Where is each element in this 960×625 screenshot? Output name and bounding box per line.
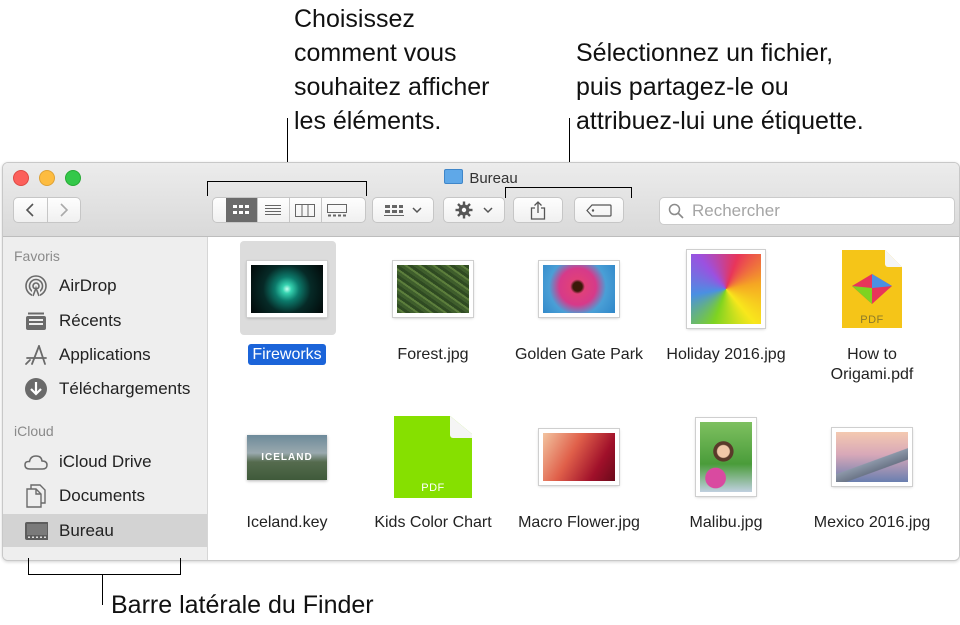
callout-sidebar: Barre latérale du Finder <box>111 591 374 619</box>
toolbar: Bureau <box>3 163 959 237</box>
origami-graphic <box>852 274 892 304</box>
pdf-document-icon: PDF <box>394 416 472 498</box>
forest-thumbnail <box>393 261 473 317</box>
sidebar: Favoris AirDrop Récents Applications Tél… <box>3 237 208 560</box>
sidebar-header-icloud: iCloud <box>14 423 54 439</box>
file-name: Iceland.key <box>246 514 328 531</box>
share-icon <box>530 200 546 220</box>
sidebar-item-airdrop[interactable]: AirDrop <box>3 269 207 302</box>
downloads-icon <box>24 377 48 401</box>
chevron-right-icon <box>60 203 68 217</box>
finder-window: Bureau Rechercher Favoris AirDrop Récent… <box>2 162 960 561</box>
gallery-icon <box>327 203 347 216</box>
list-view-button[interactable] <box>258 198 290 222</box>
file-name: Golden Gate Park <box>514 346 644 363</box>
file-item-malibu[interactable]: Malibu.jpg <box>651 409 801 533</box>
window-title: Bureau <box>3 169 959 187</box>
tag-icon <box>586 203 612 217</box>
desktop-icon <box>24 519 48 543</box>
file-grid: Fireworks Forest.jpg Golden Gate Park Ho… <box>208 237 959 560</box>
tag-button[interactable] <box>574 197 624 223</box>
chevron-left-icon <box>26 203 34 217</box>
file-item-fireworks[interactable]: Fireworks <box>212 241 362 365</box>
folder-icon <box>444 169 464 184</box>
applications-icon <box>24 343 48 367</box>
action-button[interactable] <box>443 197 505 223</box>
forward-button[interactable] <box>48 198 81 222</box>
file-item-iceland[interactable]: ICELAND Iceland.key <box>212 409 362 533</box>
sidebar-header-favoris: Favoris <box>14 248 60 264</box>
view-mode-control <box>212 197 366 223</box>
flower-thumbnail <box>539 261 619 317</box>
icon-view-button[interactable] <box>225 198 258 222</box>
cloud-icon <box>24 450 48 474</box>
sidebar-item-documents[interactable]: Documents <box>3 479 207 512</box>
holiday-thumbnail <box>687 250 765 328</box>
sidebar-item-label: AirDrop <box>59 275 117 295</box>
file-item-golden-gate-park[interactable]: Golden Gate Park <box>504 241 654 365</box>
file-name: Forest.jpg <box>397 346 469 363</box>
search-field[interactable] <box>659 197 955 225</box>
callout-line-sidebar <box>102 575 103 605</box>
callout-view-options: Choisissez comment vous souhaitez affich… <box>294 5 490 135</box>
bracket-sidebar <box>28 558 181 575</box>
file-name: Fireworks <box>248 344 326 365</box>
share-button[interactable] <box>513 197 563 223</box>
recents-icon <box>24 309 48 333</box>
fireworks-thumbnail <box>247 261 327 317</box>
file-name: Macro Flower.jpg <box>518 514 640 531</box>
search-icon <box>668 203 684 219</box>
grid-icon <box>233 205 249 214</box>
gear-icon <box>455 201 473 219</box>
sidebar-item-applications[interactable]: Applications <box>3 338 207 371</box>
file-item-holiday-2016[interactable]: Holiday 2016.jpg <box>651 241 801 365</box>
chevron-down-icon <box>483 207 493 214</box>
back-button[interactable] <box>14 198 48 222</box>
mexico-thumbnail <box>832 428 912 486</box>
sidebar-item-label: Bureau <box>59 520 114 540</box>
nav-buttons <box>13 197 81 223</box>
sidebar-item-icloud-drive[interactable]: iCloud Drive <box>3 445 207 478</box>
columns-icon <box>295 203 315 217</box>
file-item-forest[interactable]: Forest.jpg <box>358 241 508 365</box>
file-name: Malibu.jpg <box>689 514 763 531</box>
gallery-view-button[interactable] <box>322 198 353 222</box>
bracket-view-options <box>207 181 367 196</box>
group-button[interactable] <box>372 197 434 223</box>
airdrop-icon <box>24 274 48 298</box>
sidebar-item-bureau[interactable]: Bureau <box>3 514 207 547</box>
pdf-label: PDF <box>860 314 884 326</box>
sidebar-item-label: Récents <box>59 310 122 330</box>
callout-share-tag: Sélectionnez un fichier, puis partagez-l… <box>576 39 864 135</box>
documents-icon <box>24 483 48 508</box>
list-icon <box>265 205 281 215</box>
file-name: Kids Color Chart <box>374 514 492 531</box>
sidebar-item-label: Téléchargements <box>59 378 191 398</box>
pdf-document-icon: PDF <box>842 250 902 328</box>
malibu-thumbnail <box>696 418 756 496</box>
file-name: Holiday 2016.jpg <box>666 346 786 363</box>
file-name: How to Origami.pdf <box>830 346 914 383</box>
macro-flower-thumbnail <box>539 429 619 485</box>
pdf-label: PDF <box>421 482 445 494</box>
chevron-down-icon <box>412 207 422 214</box>
sidebar-item-label: Applications <box>59 344 151 364</box>
bracket-share-tag <box>505 187 632 198</box>
keynote-thumbnail: ICELAND <box>247 434 327 480</box>
sidebar-item-label: iCloud Drive <box>59 451 152 471</box>
file-item-mexico-2016[interactable]: Mexico 2016.jpg <box>797 409 947 533</box>
column-view-button[interactable] <box>290 198 322 222</box>
sidebar-item-label: Documents <box>59 485 145 505</box>
keynote-title: ICELAND <box>261 451 313 463</box>
group-grid-icon <box>384 204 404 216</box>
sidebar-item-recents[interactable]: Récents <box>3 304 207 337</box>
file-item-macro-flower[interactable]: Macro Flower.jpg <box>504 409 654 533</box>
file-item-how-to-origami[interactable]: PDF How to Origami.pdf <box>797 241 947 385</box>
search-input[interactable] <box>690 200 934 222</box>
sidebar-item-downloads[interactable]: Téléchargements <box>3 372 207 405</box>
file-item-kids-color-chart[interactable]: PDF Kids Color Chart <box>358 409 508 533</box>
file-name: Mexico 2016.jpg <box>813 514 931 531</box>
